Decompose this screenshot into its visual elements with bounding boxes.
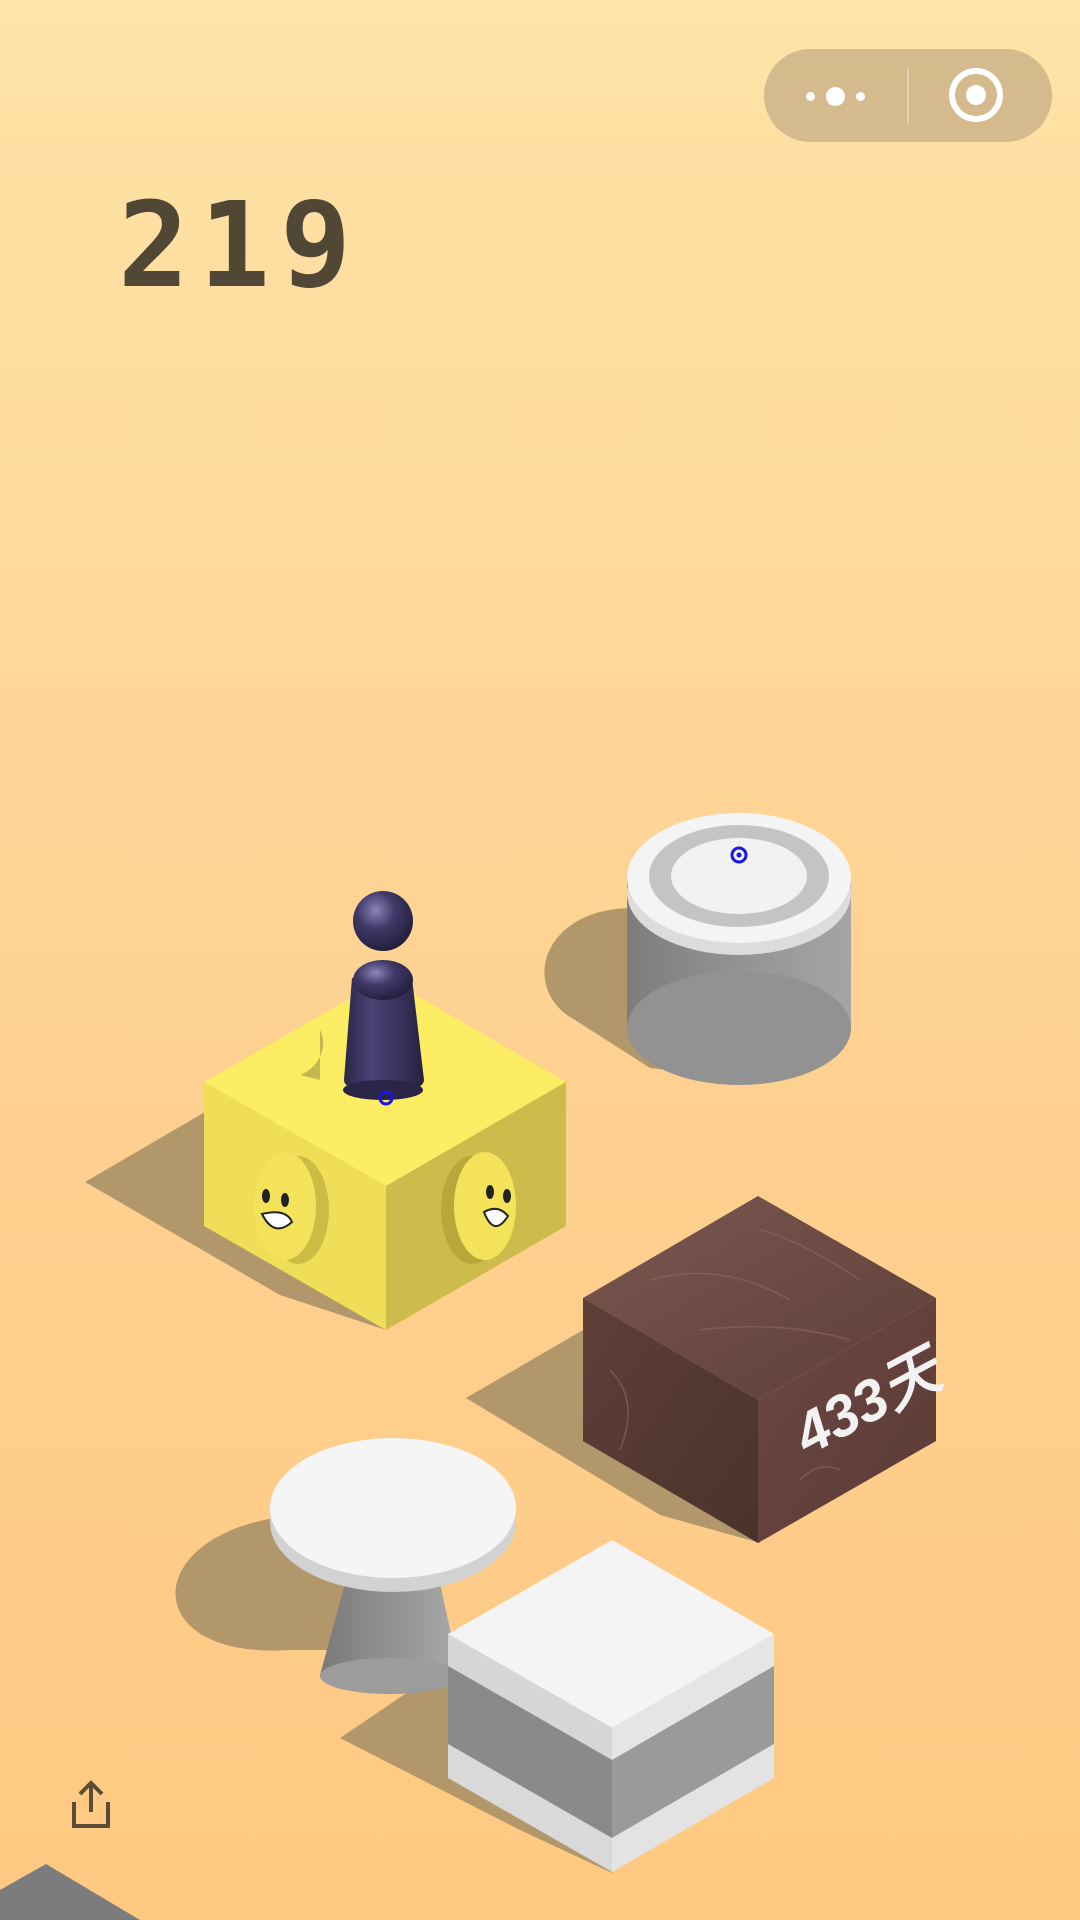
smiley-face-left xyxy=(254,1152,329,1264)
target-ring-icon xyxy=(949,68,1003,122)
share-button[interactable] xyxy=(68,1780,114,1830)
table-top xyxy=(270,1438,516,1578)
table-stem-base xyxy=(320,1658,460,1694)
player-shoulder xyxy=(353,960,413,1000)
menu-capsule xyxy=(764,49,1052,142)
score-display: 219 xyxy=(118,176,362,314)
player-base xyxy=(343,1080,423,1100)
white-layered-box[interactable] xyxy=(448,1540,774,1872)
close-button[interactable] xyxy=(909,49,1052,142)
cylinder-base xyxy=(627,971,851,1085)
more-button[interactable] xyxy=(764,49,907,142)
player-piece xyxy=(300,891,424,1106)
offscreen-platform xyxy=(0,1864,140,1920)
smiley-face-right xyxy=(441,1152,516,1264)
more-dots-icon xyxy=(806,87,866,106)
share-icon xyxy=(72,1780,110,1828)
player-head xyxy=(353,891,413,951)
